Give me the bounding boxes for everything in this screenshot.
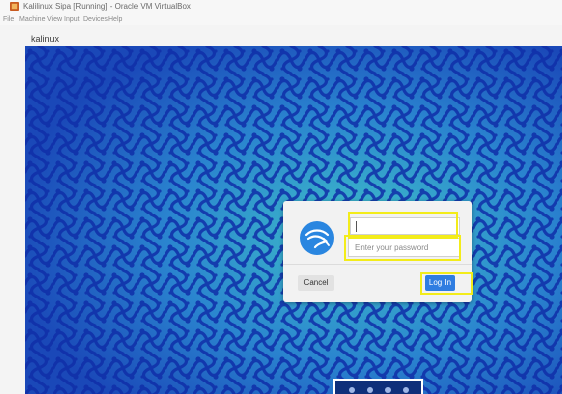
menu-view[interactable]: View xyxy=(47,14,62,25)
dock-item[interactable] xyxy=(385,387,391,393)
menu-input[interactable]: Input xyxy=(64,14,80,25)
dock-item[interactable] xyxy=(367,387,373,393)
menu-bar: File Machine View Input Devices Help xyxy=(0,14,562,25)
dock-panel xyxy=(333,379,423,394)
vm-header xyxy=(0,25,562,47)
menu-devices[interactable]: Devices xyxy=(83,14,108,25)
vm-name-label: kalinux xyxy=(31,34,60,44)
menu-file[interactable]: File xyxy=(3,14,14,25)
password-highlight xyxy=(344,235,461,261)
dialog-divider xyxy=(283,264,472,265)
virtualbox-icon xyxy=(10,2,19,11)
menu-machine[interactable]: Machine xyxy=(19,14,45,25)
window-titlebar: Kalilinux Sipa [Running] - Oracle VM Vir… xyxy=(0,0,562,14)
login-button-highlight xyxy=(420,272,473,295)
dock-item[interactable] xyxy=(349,387,355,393)
cancel-button[interactable]: Cancel xyxy=(298,275,334,291)
dock-item[interactable] xyxy=(403,387,409,393)
kali-dragon-icon xyxy=(300,221,334,255)
menu-help[interactable]: Help xyxy=(108,14,122,25)
window-title: Kalilinux Sipa [Running] - Oracle VM Vir… xyxy=(23,2,191,11)
vm-left-frame xyxy=(0,46,25,394)
